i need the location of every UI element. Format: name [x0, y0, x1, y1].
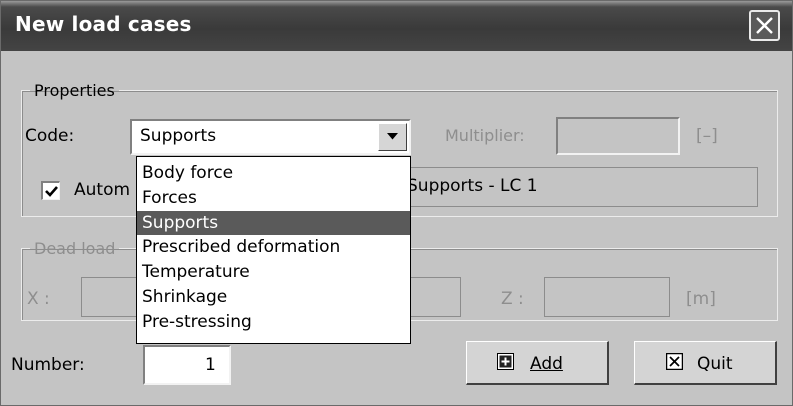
dead-load-unit: [m] [686, 289, 716, 309]
dropdown-option-supports[interactable]: Supports [137, 211, 410, 235]
x-field[interactable] [81, 277, 141, 317]
dropdown-option-pre-stressing[interactable]: Pre-stressing [137, 310, 410, 334]
name-value: Supports - LC 1 [407, 176, 538, 196]
new-load-cases-dialog: New load cases Properties Dead load Code… [0, 0, 793, 406]
code-combobox[interactable]: Supports [130, 119, 411, 155]
x-label: X : [27, 289, 50, 309]
multiplier-label: Multiplier: [445, 126, 525, 145]
properties-legend: Properties [34, 81, 115, 100]
checkmark-icon [45, 186, 58, 197]
quit-button-label: Quit [697, 354, 733, 374]
automatic-checkbox[interactable] [41, 181, 60, 200]
x-box-icon [666, 353, 683, 370]
number-label: Number: [11, 355, 85, 375]
dropdown-option-forces[interactable]: Forces [137, 186, 410, 210]
dead-load-legend: Dead load [34, 239, 116, 258]
z-label: Z : [501, 289, 524, 309]
code-dropdown-list: Body force Forces Supports Prescribed de… [136, 156, 411, 344]
code-dropdown-button[interactable] [378, 123, 407, 151]
plus-box-icon [497, 353, 514, 370]
close-button[interactable] [749, 10, 780, 41]
add-button[interactable]: Add [466, 341, 609, 385]
multiplier-field[interactable] [556, 117, 680, 155]
close-icon [756, 17, 773, 34]
code-value: Supports [140, 126, 217, 146]
number-value: 1 [205, 355, 216, 375]
automatic-label: Autom [74, 180, 131, 200]
chevron-down-icon [387, 133, 398, 140]
z-field[interactable] [544, 277, 670, 317]
number-field[interactable]: 1 [143, 345, 231, 385]
add-button-label: Add [530, 354, 563, 374]
dropdown-option-temperature[interactable]: Temperature [137, 260, 410, 284]
code-label: Code: [25, 126, 75, 146]
dropdown-option-body-force[interactable]: Body force [137, 161, 410, 185]
dropdown-option-prescribed-deformation[interactable]: Prescribed deformation [137, 235, 410, 259]
window-title: New load cases [15, 12, 192, 36]
multiplier-unit: [–] [696, 126, 718, 146]
title-bar: New load cases [1, 1, 792, 51]
dropdown-option-shrinkage[interactable]: Shrinkage [137, 285, 410, 309]
quit-button[interactable]: Quit [634, 341, 777, 385]
